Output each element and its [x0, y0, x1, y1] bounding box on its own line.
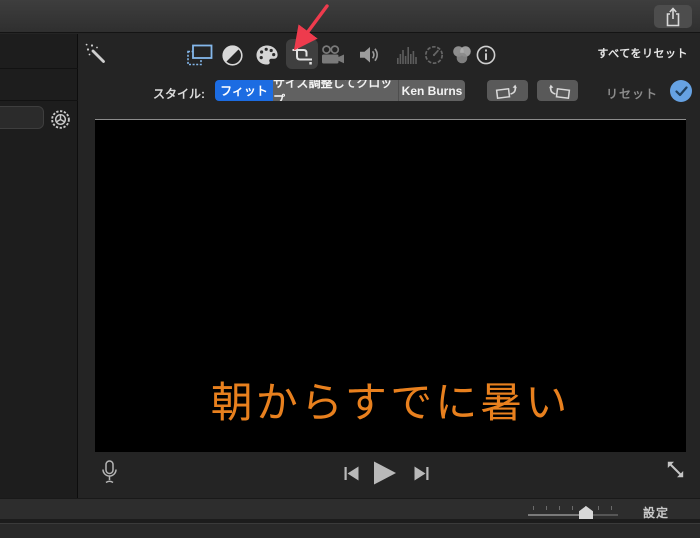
- slider-tick: [598, 506, 599, 510]
- rotate-clockwise-button[interactable]: [537, 80, 578, 101]
- color-balance-button[interactable]: [219, 42, 245, 68]
- voiceover-record-button[interactable]: [101, 460, 118, 485]
- slider-tick: [546, 506, 547, 510]
- search-input[interactable]: [0, 106, 44, 129]
- skip-back-icon: [344, 466, 359, 481]
- overlapping-circles-icon: [453, 46, 471, 64]
- rotate-counterclockwise-icon: [495, 84, 517, 99]
- settings-gear-button[interactable]: [48, 107, 72, 131]
- rotate-counterclockwise-button[interactable]: [487, 80, 528, 101]
- speedometer-icon: [424, 45, 444, 65]
- gear-icon: [50, 109, 70, 129]
- volume-button[interactable]: [357, 42, 383, 68]
- overlay-icon: [187, 44, 213, 66]
- video-caption: 朝からすでに暑い: [210, 379, 571, 426]
- info-icon: [476, 45, 496, 65]
- style-label: スタイル:: [153, 87, 205, 101]
- skip-back-button[interactable]: [344, 466, 359, 481]
- crop-button[interactable]: [289, 42, 315, 68]
- slider-tick: [533, 506, 534, 510]
- sidebar-divider: [0, 68, 78, 69]
- speaker-icon: [360, 47, 378, 63]
- skip-forward-button[interactable]: [414, 466, 429, 481]
- slider-tick: [572, 506, 573, 510]
- reset-all-button[interactable]: すべてをリセット: [597, 45, 688, 61]
- checkmark-icon: [674, 85, 688, 96]
- contrast-circle-icon: [221, 44, 243, 66]
- style-segment-crop-to-fill[interactable]: サイズ調整してクロップ: [273, 80, 398, 101]
- sidebar-divider: [0, 100, 78, 101]
- color-filters-button[interactable]: [254, 42, 280, 68]
- palette-icon: [256, 45, 278, 65]
- imovie-window: すべてをリセット スタイル: フィット サイズ調整してクロップ Ken Burn…: [0, 0, 700, 538]
- apply-check-button[interactable]: [670, 80, 692, 102]
- video-camera-icon: [322, 45, 344, 64]
- rotate-clockwise-icon: [548, 84, 570, 99]
- viewer-bottom-bar: 設定: [0, 498, 700, 520]
- overlay-settings-button[interactable]: [187, 42, 213, 68]
- slider-tick: [611, 506, 612, 510]
- magic-wand-icon: [85, 43, 105, 63]
- skip-forward-icon: [414, 466, 429, 481]
- equalizer-bars-icon: [397, 47, 417, 64]
- style-segment-ken-burns[interactable]: Ken Burns: [398, 80, 465, 101]
- play-button[interactable]: [373, 461, 397, 485]
- speed-button[interactable]: [421, 42, 447, 68]
- zoom-slider-fill: [528, 514, 586, 516]
- crop-icon: [292, 45, 312, 64]
- fullscreen-button[interactable]: [665, 459, 686, 480]
- noise-equalizer-button[interactable]: [394, 42, 420, 68]
- video-preview[interactable]: 朝からすでに暑い: [95, 119, 686, 452]
- title-bar: [0, 0, 700, 33]
- play-icon: [374, 461, 396, 485]
- timeline-strip: [0, 523, 700, 538]
- style-segment-fit[interactable]: フィット: [215, 80, 273, 101]
- microphone-icon: [102, 460, 117, 484]
- zoom-slider-thumb[interactable]: [579, 506, 593, 519]
- share-button[interactable]: [654, 5, 692, 28]
- enhance-wand-button[interactable]: [84, 42, 110, 68]
- info-button[interactable]: [473, 42, 499, 68]
- sidebar: [0, 34, 78, 498]
- stabilization-button[interactable]: [320, 42, 346, 68]
- share-icon: [666, 6, 680, 26]
- color-correction-button[interactable]: [449, 42, 475, 68]
- slider-tick: [559, 506, 560, 510]
- expand-arrows-icon: [667, 461, 684, 478]
- reset-button[interactable]: リセット: [606, 85, 658, 102]
- style-segmented-control: フィット サイズ調整してクロップ Ken Burns: [215, 80, 465, 101]
